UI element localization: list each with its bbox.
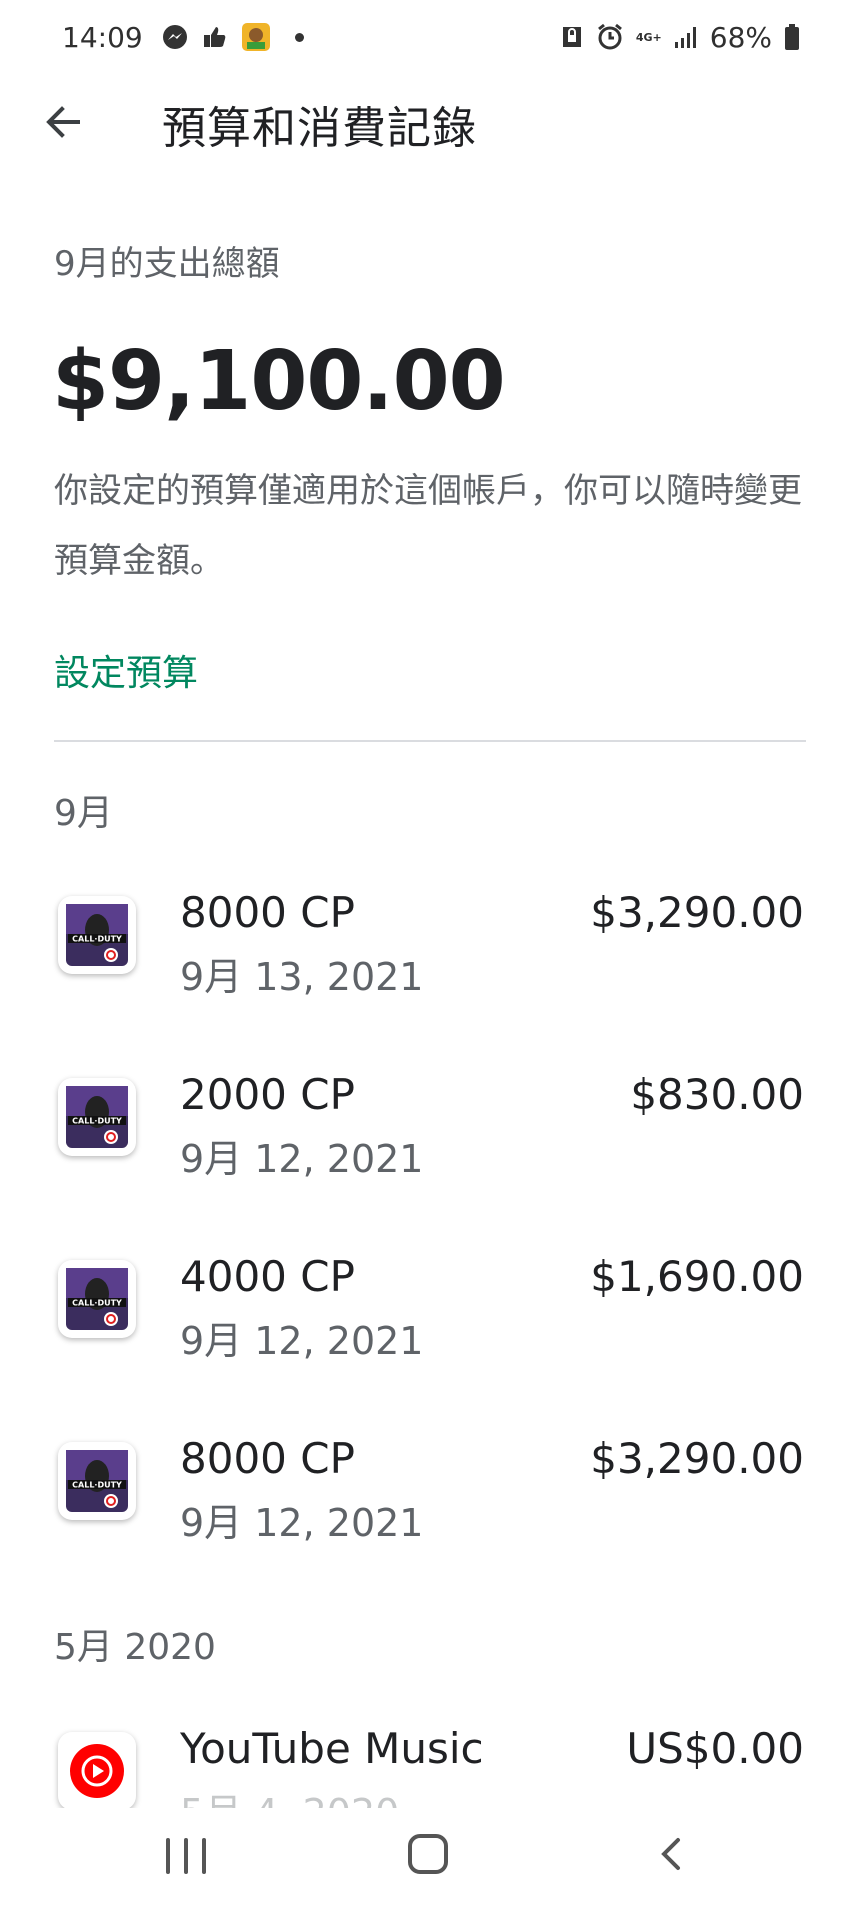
svg-text:CALL·DUTY: CALL·DUTY [72, 1299, 122, 1308]
system-nav-bar [0, 1808, 858, 1907]
transaction-row[interactable]: CALL·DUTY 4000 CP 9月 12, 2021 $1,690.00 [0, 1252, 858, 1422]
transaction-amount: $3,290.00 [590, 1434, 804, 1483]
battery-percent: 68% [709, 20, 772, 54]
call-of-duty-icon: CALL·DUTY [58, 1078, 136, 1156]
transaction-amount: US$0.00 [626, 1724, 804, 1773]
svg-text:CALL·DUTY: CALL·DUTY [72, 935, 122, 944]
back-button[interactable] [34, 94, 90, 150]
call-of-duty-icon: CALL·DUTY [58, 1260, 136, 1338]
status-bar: 14:09 4G+ 68% [0, 0, 858, 74]
call-of-duty-icon: CALL·DUTY [58, 1442, 136, 1520]
network-type-indicator: 4G+ [636, 32, 662, 43]
call-of-duty-icon: CALL·DUTY [58, 896, 136, 974]
transaction-row[interactable]: YouTube Music 5月 4, 2020 US$0.00 [0, 1724, 858, 1808]
youtube-music-icon [58, 1732, 136, 1808]
screen: 14:09 4G+ 68% 預算和消費記錄 9月的支出總額 $9,100.00 … [0, 0, 858, 1907]
alarm-icon [596, 23, 624, 51]
transaction-date: 9月 12, 2021 [180, 1137, 424, 1181]
transaction-amount: $1,690.00 [590, 1252, 804, 1301]
set-budget-button[interactable]: 設定預算 [54, 644, 198, 696]
transaction-name: 8000 CP [180, 888, 355, 937]
thumbs-up-icon [201, 23, 229, 51]
divider [54, 740, 806, 742]
signal-icon [674, 25, 698, 49]
back-icon[interactable] [652, 1834, 692, 1874]
section-header-september: 9月 [54, 793, 113, 834]
status-bar-right: 4G+ 68% [560, 21, 800, 54]
transaction-amount: $830.00 [630, 1070, 804, 1119]
transaction-row[interactable]: CALL·DUTY 8000 CP 9月 13, 2021 $3,290.00 [0, 888, 858, 1058]
transaction-name: 8000 CP [180, 1434, 355, 1483]
status-bar-left: 14:09 [62, 21, 304, 54]
transaction-date: 9月 13, 2021 [180, 955, 424, 999]
vpn-lock-icon [560, 23, 584, 51]
section-header-may-2020: 5月 2020 [54, 1627, 216, 1668]
transaction-amount: $3,290.00 [590, 888, 804, 937]
status-time: 14:09 [62, 20, 143, 54]
transaction-name: 4000 CP [180, 1252, 355, 1301]
page-title: 預算和消費記錄 [162, 103, 477, 154]
transaction-row[interactable]: CALL·DUTY 2000 CP 9月 12, 2021 $830.00 [0, 1070, 858, 1240]
transaction-date: 5月 4, 2020 [180, 1782, 399, 1808]
monthly-spending-label: 9月的支出總額 [54, 244, 280, 284]
network-type-label: 4G+ [635, 30, 662, 44]
recents-icon[interactable] [166, 1838, 206, 1874]
svg-text:CALL·DUTY: CALL·DUTY [72, 1481, 122, 1490]
recents-bar [184, 1838, 188, 1874]
game-app-icon [241, 22, 271, 52]
notification-dot-icon [294, 32, 304, 42]
svg-text:CALL·DUTY: CALL·DUTY [72, 1117, 122, 1126]
recents-bar [202, 1838, 206, 1874]
home-icon[interactable] [408, 1834, 448, 1874]
arrow-left-icon [46, 106, 80, 138]
battery-icon [784, 23, 800, 51]
messenger-icon [161, 23, 189, 51]
transaction-date: 9月 12, 2021 [180, 1501, 424, 1545]
monthly-spending-total: $9,100.00 [52, 334, 506, 429]
transaction-date: 9月 12, 2021 [180, 1319, 424, 1363]
transaction-row[interactable]: CALL·DUTY 8000 CP 9月 12, 2021 $3,290.00 [0, 1434, 858, 1604]
transaction-name: 2000 CP [180, 1070, 355, 1119]
recents-bar [166, 1838, 170, 1874]
budget-note: 你設定的預算僅適用於這個帳戶，你可以隨時變更預算金額。 [54, 471, 802, 581]
app-bar: 預算和消費記錄 [0, 74, 858, 170]
transaction-name: YouTube Music [180, 1724, 484, 1773]
